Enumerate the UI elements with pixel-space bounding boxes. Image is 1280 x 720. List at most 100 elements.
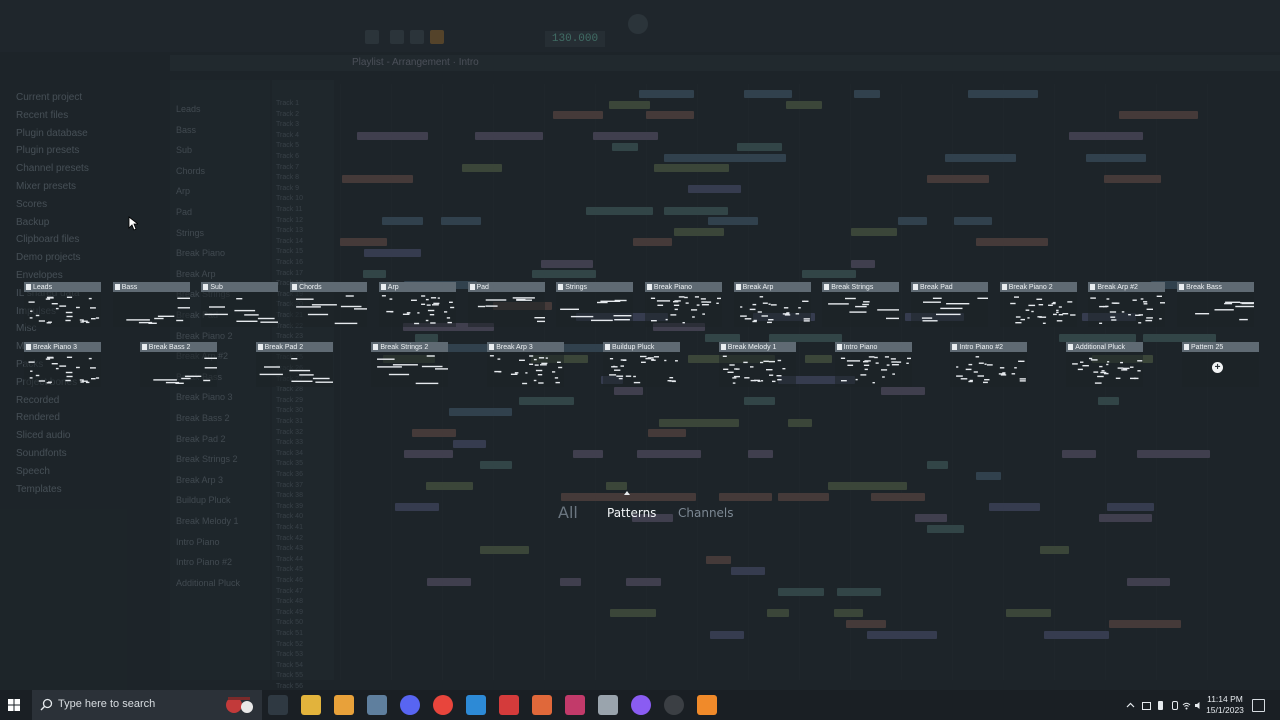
playlist-pattern-item[interactable]: Break Arp 3 — [176, 475, 223, 485]
playlist-clip[interactable] — [1006, 609, 1051, 618]
playlist-clip[interactable] — [766, 609, 790, 618]
playlist-clip[interactable] — [854, 90, 881, 98]
chevron-up-icon[interactable] — [1126, 701, 1135, 710]
playlist-clip[interactable] — [944, 153, 1016, 162]
track-label[interactable]: Track 4 — [276, 132, 299, 139]
track-label[interactable]: Track 29 — [276, 397, 303, 404]
playlist-clip[interactable] — [744, 397, 775, 406]
track-label[interactable]: Track 33 — [276, 439, 303, 446]
browser-item[interactable]: Recorded — [16, 395, 59, 406]
taskbar-clock[interactable]: 11:14 PM 15/1/2023 — [1202, 694, 1248, 716]
playlist-clip[interactable] — [897, 217, 928, 226]
playlist-clip[interactable] — [1109, 620, 1181, 628]
network-device-icon[interactable] — [1142, 702, 1151, 710]
track-label[interactable]: Track 14 — [276, 238, 303, 245]
playlist-clip[interactable] — [850, 227, 897, 236]
playlist-clip[interactable] — [992, 90, 1039, 98]
playlist-clip[interactable] — [828, 482, 907, 491]
playlist-clip[interactable] — [975, 471, 1001, 480]
browser-item[interactable]: Rendered — [16, 412, 60, 423]
playlist-pattern-item[interactable]: Arp — [176, 186, 190, 196]
playlist-scrollbar[interactable] — [1258, 80, 1268, 680]
pattern-tile[interactable]: Break Strings — [822, 282, 900, 327]
track-label[interactable]: Track 11 — [276, 206, 302, 213]
playlist-clip[interactable] — [632, 238, 672, 247]
playlist-clip[interactable] — [747, 450, 774, 459]
track-label[interactable]: Track 16 — [276, 259, 303, 266]
playlist-clip[interactable] — [1103, 174, 1161, 183]
tab-channels[interactable]: Channels — [678, 506, 734, 520]
game-app-icon[interactable] — [565, 695, 585, 715]
track-label[interactable]: Track 35 — [276, 460, 303, 467]
obs-icon[interactable] — [664, 695, 684, 715]
playlist-clip[interactable] — [850, 259, 875, 268]
playlist-clip[interactable] — [658, 418, 685, 427]
track-label[interactable]: Track 15 — [276, 248, 303, 255]
playlist-clip[interactable] — [778, 588, 824, 597]
playlist-clip[interactable] — [452, 439, 487, 448]
browser-item[interactable]: Plugin database — [16, 128, 88, 139]
playlist-clip[interactable] — [704, 333, 741, 342]
playlist-clip[interactable] — [514, 132, 543, 141]
playlist-pattern-item[interactable]: Break Strings 2 — [176, 454, 238, 464]
playlist-clip[interactable] — [927, 524, 965, 533]
playlist-clip[interactable] — [608, 100, 651, 109]
media-player-icon[interactable] — [334, 695, 354, 715]
playlist-clip[interactable] — [653, 164, 729, 173]
record-icon[interactable] — [430, 30, 444, 44]
pattern-tile[interactable]: Break Bass — [1177, 282, 1255, 327]
track-label[interactable]: Track 34 — [276, 450, 303, 457]
playlist-clip[interactable] — [541, 259, 593, 268]
playlist-clip[interactable] — [801, 270, 856, 279]
track-label[interactable]: Track 9 — [276, 185, 299, 192]
browser-item[interactable]: Envelopes — [16, 270, 63, 281]
playlist-clip[interactable] — [425, 482, 473, 491]
playlist-clip[interactable] — [709, 630, 744, 639]
playlist-clip[interactable] — [620, 492, 697, 501]
track-label[interactable]: Track 46 — [276, 577, 303, 584]
playlist-pattern-item[interactable]: Leads — [176, 104, 201, 114]
track-label[interactable]: Track 53 — [276, 651, 303, 658]
pattern-tile[interactable]: Buildup Pluck — [603, 342, 680, 387]
playlist-pattern-item[interactable]: Break Melody 1 — [176, 516, 239, 526]
browser-item[interactable]: Plugin presets — [16, 145, 79, 156]
playlist-clip[interactable] — [1108, 132, 1144, 141]
track-label[interactable]: Track 56 — [276, 683, 303, 690]
playlist-clip[interactable] — [1107, 503, 1155, 512]
tab-patterns[interactable]: Patterns — [607, 506, 656, 520]
pattern-tile[interactable]: Break Melody 1 — [718, 342, 796, 387]
playlist-clip[interactable] — [636, 450, 701, 459]
pattern-tile[interactable]: Break Piano 3 — [24, 342, 101, 387]
playlist-pattern-item[interactable]: Intro Piano — [176, 537, 220, 547]
track-label[interactable]: Track 3 — [276, 121, 299, 128]
browser-item[interactable]: Channel presets — [16, 163, 89, 174]
stop-icon[interactable] — [410, 30, 424, 44]
windows-start-icon[interactable] — [6, 697, 22, 713]
playlist-clip[interactable] — [411, 429, 456, 438]
pattern-tile[interactable]: Break Arp — [733, 282, 811, 327]
playlist-clip[interactable] — [926, 461, 948, 469]
playlist-clip[interactable] — [707, 217, 759, 226]
playlist-clip[interactable] — [382, 217, 424, 226]
playlist-clip[interactable] — [881, 386, 925, 395]
playlist-clip[interactable] — [673, 227, 725, 236]
browser-item[interactable]: Clipboard files — [16, 234, 79, 245]
pattern-tile[interactable]: Break Pad — [911, 282, 988, 327]
calendar-app-icon[interactable] — [532, 695, 552, 715]
photos-icon[interactable] — [367, 695, 387, 715]
playlist-pattern-item[interactable]: Strings — [176, 228, 204, 238]
playlist-clip[interactable] — [559, 577, 581, 586]
pattern-tile[interactable]: Pad — [467, 282, 545, 327]
track-label[interactable]: Track 7 — [276, 164, 299, 171]
playlist-clip[interactable] — [632, 132, 658, 141]
playlist-pattern-item[interactable]: Break Pad 2 — [176, 434, 226, 444]
track-label[interactable]: Track 48 — [276, 598, 303, 605]
track-label[interactable]: Track 12 — [276, 217, 303, 224]
playlist-clip[interactable] — [364, 249, 421, 257]
playlist-clip[interactable] — [785, 100, 823, 109]
playlist-clip[interactable] — [488, 545, 529, 554]
playlist-clip[interactable] — [663, 206, 686, 215]
playlist-clip[interactable] — [518, 397, 574, 406]
pattern-tile[interactable]: Break Strings 2 — [371, 342, 449, 387]
playlist-clip[interactable] — [403, 450, 454, 459]
